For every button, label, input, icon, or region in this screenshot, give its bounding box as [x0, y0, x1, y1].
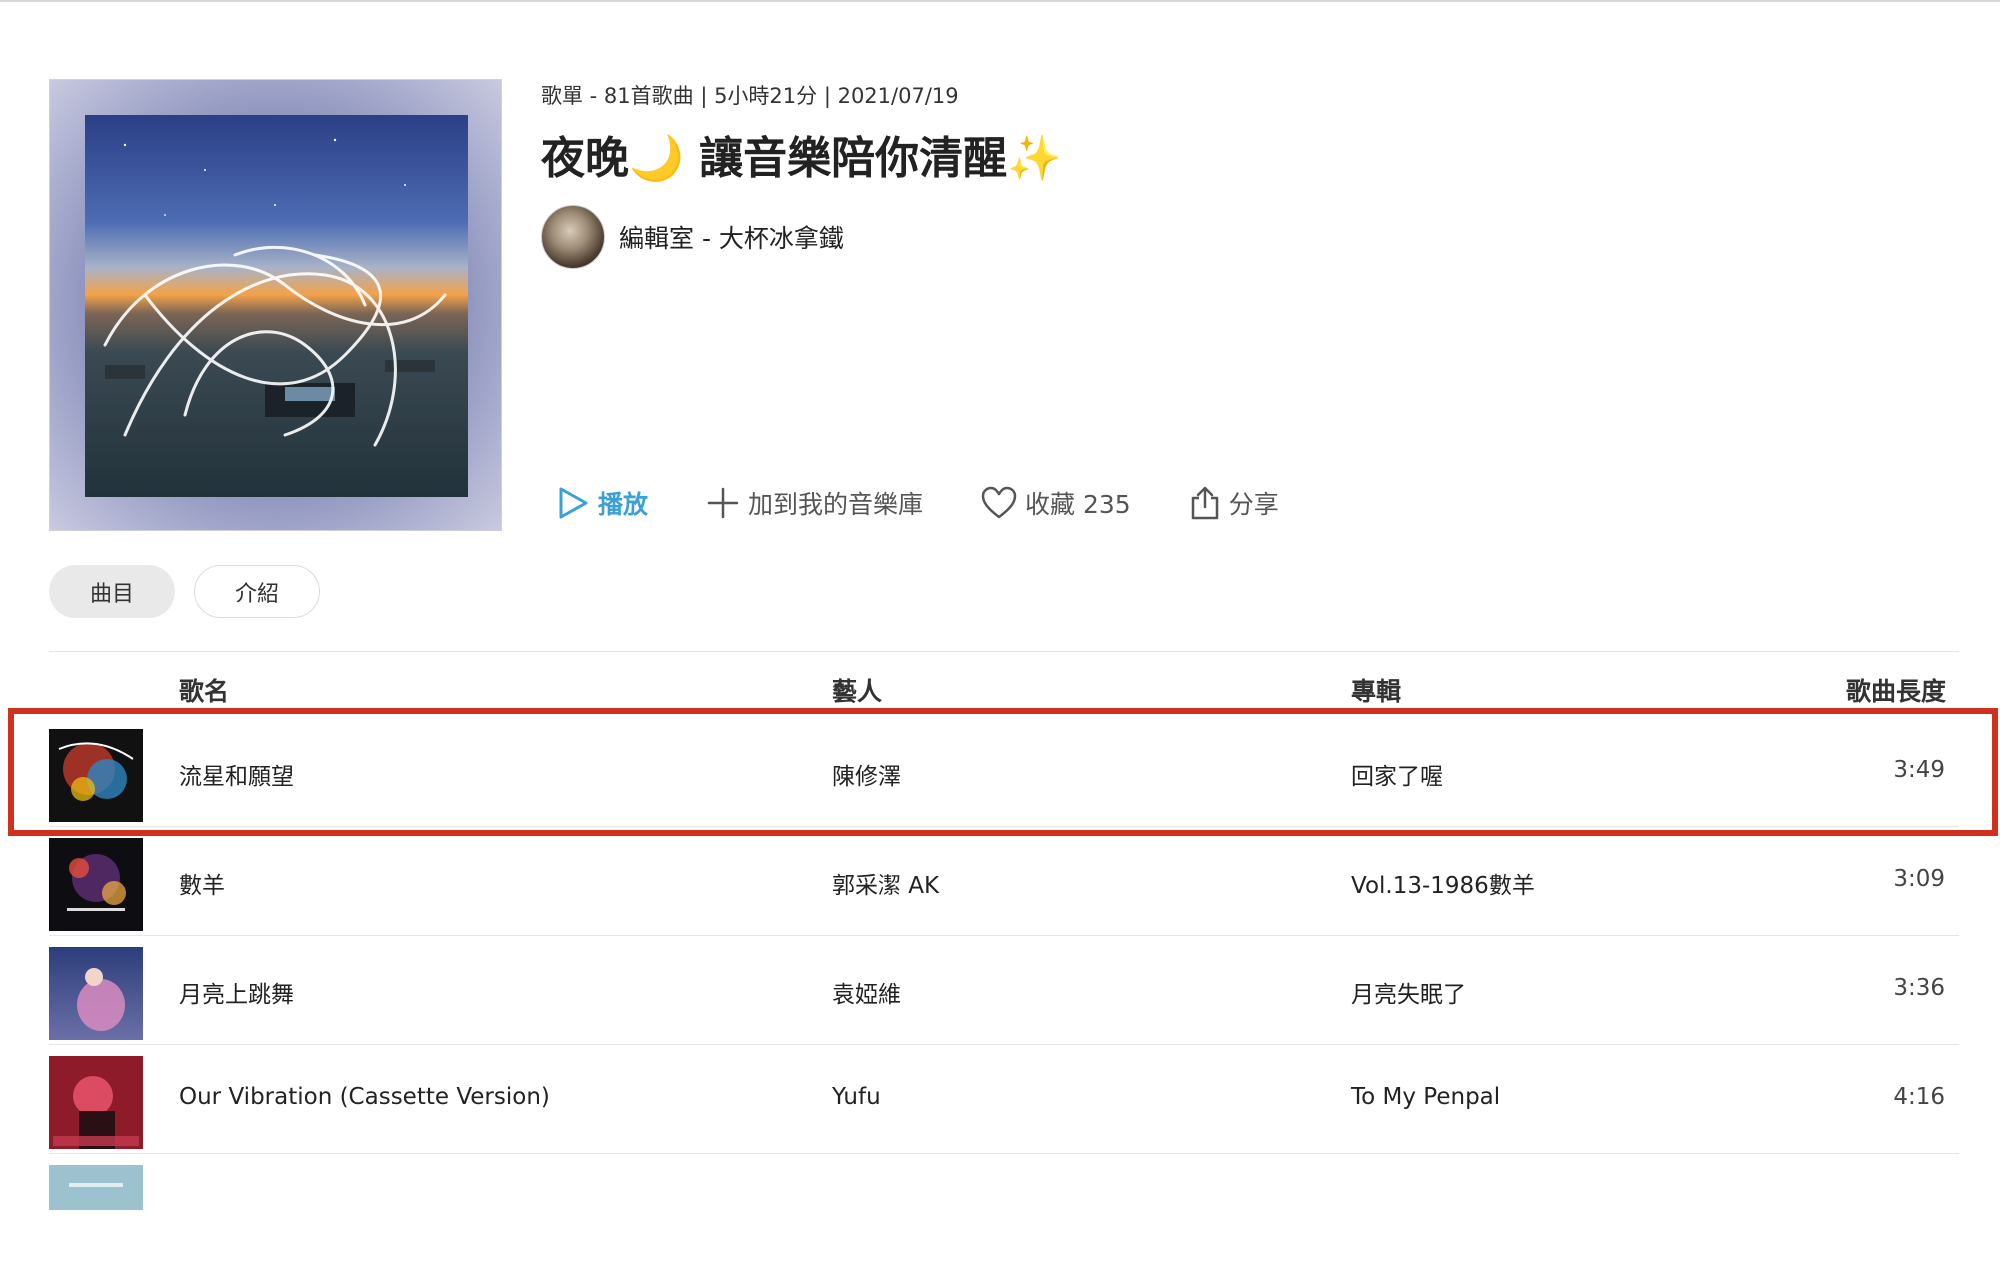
share-button[interactable]: 分享 [1189, 485, 1279, 521]
table-row[interactable]: 數羊 郭采潔 AK Vol.13-1986數羊 3:09 [49, 828, 1959, 936]
content-tabs: 曲目 介紹 [49, 565, 320, 618]
playlist-cover-image [85, 115, 468, 497]
album-art[interactable] [49, 1056, 143, 1149]
share-icon [1191, 486, 1218, 520]
track-duration: 3:49 [1893, 757, 1945, 783]
column-artist: 藝人 [832, 677, 883, 706]
track-duration: 3:36 [1893, 975, 1945, 1001]
column-title: 歌名 [179, 677, 230, 706]
tab-tracks[interactable]: 曲目 [49, 565, 175, 618]
play-icon [559, 487, 588, 519]
playlist-title: 夜晚🌙 讓音樂陪你清醒✨ [541, 133, 1062, 184]
track-artist[interactable]: 袁婭維 [832, 975, 901, 1009]
share-label: 分享 [1228, 490, 1279, 519]
track-album[interactable]: To My Penpal [1351, 1084, 1500, 1110]
album-art[interactable] [49, 838, 143, 931]
add-to-library-button[interactable]: 加到我的音樂庫 [706, 485, 923, 521]
track-title[interactable]: 數羊 [179, 866, 225, 900]
playlist-cover [49, 79, 502, 531]
table-row[interactable]: 流星和願望 陳修澤 回家了喔 3:49 [49, 719, 1959, 827]
track-artist[interactable]: Yufu [832, 1084, 881, 1110]
top-border [0, 0, 2000, 2]
track-title[interactable]: 月亮上跳舞 [179, 975, 294, 1009]
column-album: 專輯 [1351, 677, 1402, 706]
table-row[interactable]: 月亮上跳舞 袁婭維 月亮失眠了 3:36 [49, 937, 1959, 1045]
play-label: 播放 [598, 490, 649, 519]
track-artist[interactable]: 郭采潔 AK [832, 866, 939, 900]
album-art[interactable] [49, 1165, 143, 1210]
track-duration: 3:09 [1893, 866, 1945, 892]
favorite-label: 收藏 235 [1025, 490, 1131, 519]
favorite-button[interactable]: 收藏 235 [981, 485, 1131, 521]
tab-intro[interactable]: 介紹 [194, 565, 320, 618]
track-artist[interactable]: 陳修澤 [832, 757, 901, 791]
playlist-actions: 播放 加到我的音樂庫 收藏 235 分享 [556, 478, 1337, 528]
curator[interactable]: 編輯室 - 大杯冰拿鐵 [541, 205, 844, 269]
track-album[interactable]: Vol.13-1986數羊 [1351, 866, 1535, 900]
curator-name[interactable]: 編輯室 - 大杯冰拿鐵 [619, 219, 844, 255]
track-album[interactable]: 回家了喔 [1351, 757, 1443, 791]
add-to-library-label: 加到我的音樂庫 [748, 490, 924, 519]
track-duration: 4:16 [1893, 1084, 1945, 1110]
cover-light-painting [103, 138, 447, 447]
track-title[interactable]: 流星和願望 [179, 757, 294, 791]
heart-icon [981, 486, 1017, 519]
plus-icon [707, 487, 739, 519]
column-duration: 歌曲長度 [1845, 677, 1946, 706]
track-title[interactable]: Our Vibration (Cassette Version) [179, 1084, 550, 1110]
playlist-meta: 歌單 - 81首歌曲 | 5小時21分 | 2021/07/19 [541, 84, 959, 108]
album-art[interactable] [49, 729, 143, 822]
track-album[interactable]: 月亮失眠了 [1351, 975, 1466, 1009]
curator-avatar[interactable] [541, 205, 605, 269]
track-table-header: 歌名 藝人 專輯 歌曲長度 [0, 666, 2000, 710]
album-art[interactable] [49, 947, 143, 1040]
table-top-divider [49, 651, 1959, 652]
table-row[interactable]: Our Vibration (Cassette Version) Yufu To… [49, 1046, 1959, 1154]
play-button[interactable]: 播放 [556, 485, 648, 521]
table-row[interactable] [49, 1155, 1959, 1263]
